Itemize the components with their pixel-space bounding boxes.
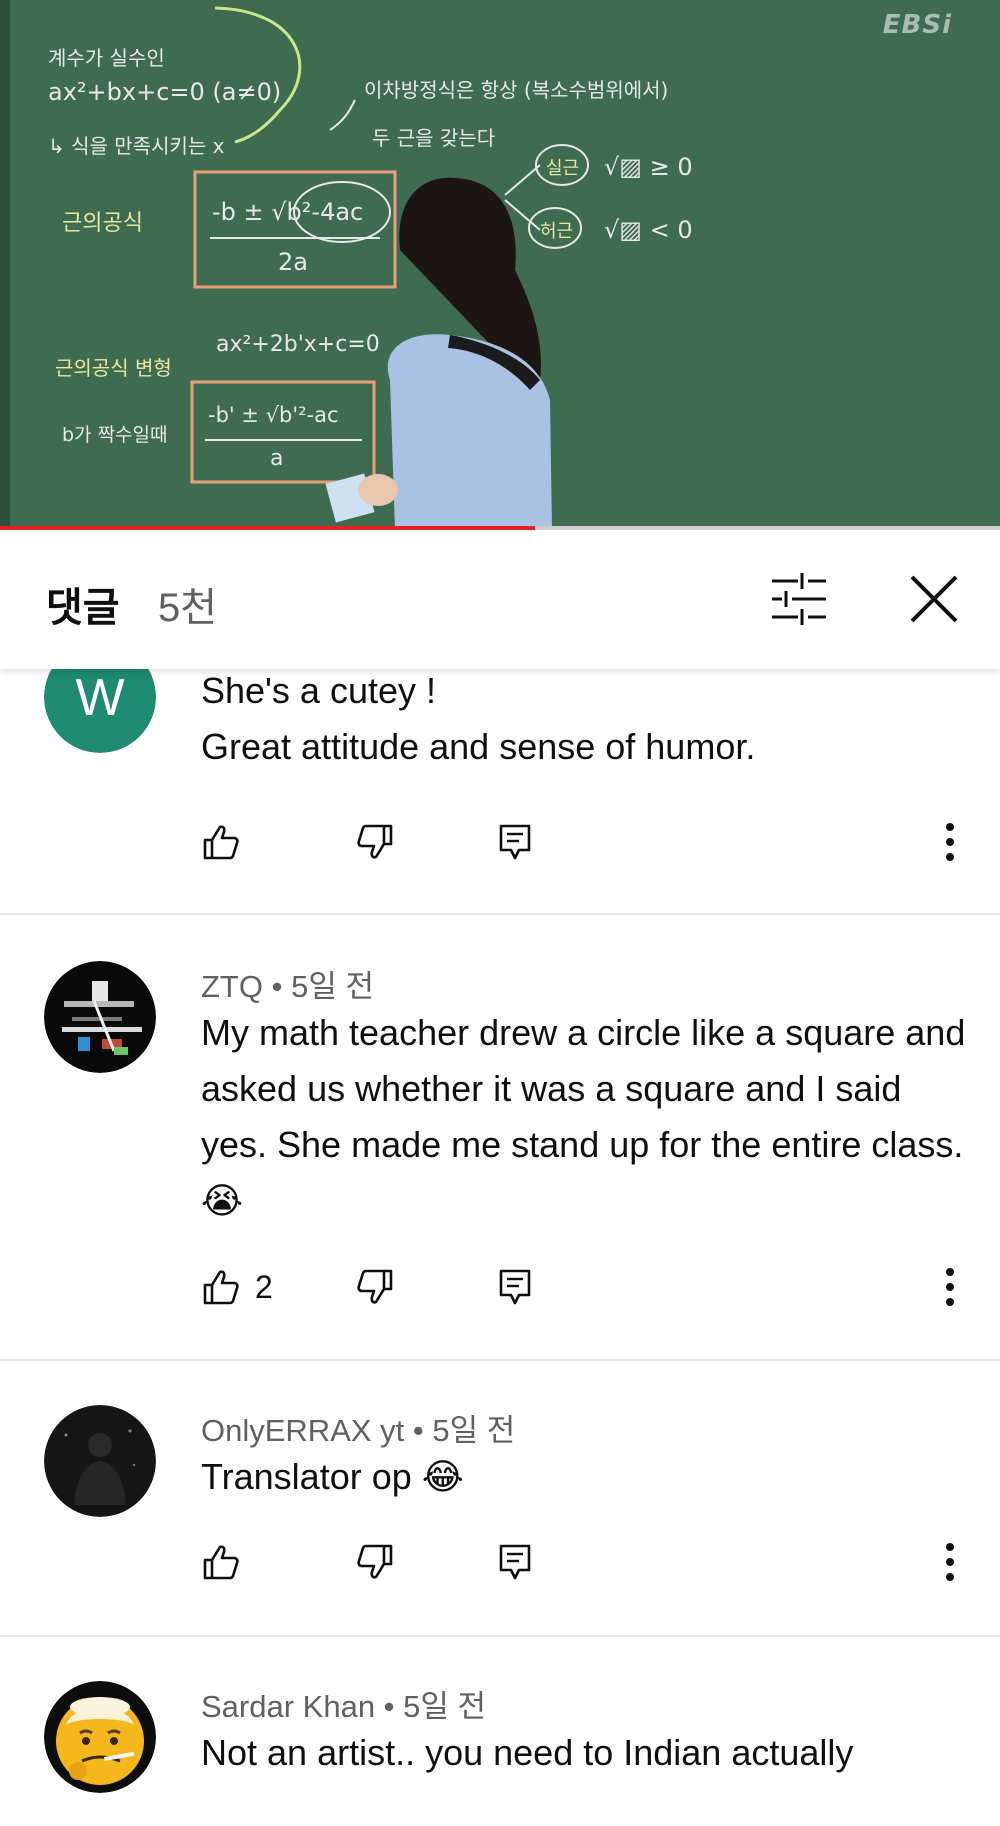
board-note-real-root: 실근	[546, 158, 580, 179]
thumbs-up-icon	[203, 1270, 239, 1305]
comment-meta: ZTQ • 5일 전	[201, 961, 374, 1006]
comment-menu-button[interactable]	[930, 1262, 970, 1312]
comment-meta: OnlyERRAX yt • 5일 전	[201, 1405, 515, 1450]
avatar[interactable]	[44, 1681, 156, 1793]
video-progress-fill	[0, 526, 535, 530]
comment-author[interactable]: OnlyERRAX yt	[201, 1413, 404, 1448]
close-icon	[910, 575, 958, 623]
dislike-button[interactable]	[355, 1262, 395, 1312]
comment-menu-button[interactable]	[930, 817, 970, 867]
reply-icon	[499, 824, 531, 860]
more-vertical-icon	[946, 1543, 954, 1581]
board-note-formula-den: 2a	[278, 248, 308, 276]
board-note-satisfy: ↳ 식을 만족시키는 x	[48, 134, 225, 158]
more-vertical-icon	[946, 1268, 954, 1306]
meta-separator: •	[375, 1689, 404, 1724]
comment-item: ZTQ • 5일 전 My math teacher drew a circle…	[0, 917, 1000, 1361]
board-note-eq2: ax²+2b'x+c=0	[216, 332, 380, 357]
thumbs-up-icon	[203, 825, 239, 860]
comment-actions	[201, 817, 971, 867]
svg-text:W: W	[75, 669, 124, 727]
board-note-eq1-label: 계수가 실수인	[48, 46, 165, 70]
reply-icon	[499, 1544, 531, 1580]
comment-time: 5일 전	[291, 969, 374, 1004]
reply-icon	[499, 1269, 531, 1305]
reply-button[interactable]	[497, 1262, 533, 1312]
comments-count: 5천	[158, 586, 218, 630]
channel-logo: EBSi	[882, 10, 952, 40]
comments-title: 댓글	[46, 586, 120, 630]
comments-header: 댓글 5천	[0, 531, 1000, 669]
more-vertical-icon	[946, 823, 954, 861]
board-note-real-cond: √▨ ≥ 0	[604, 153, 693, 181]
close-comments-button[interactable]	[904, 569, 964, 629]
comment-author[interactable]: Sardar Khan	[201, 1689, 375, 1724]
comment-time: 5일 전	[403, 1689, 487, 1724]
avatar[interactable]	[44, 961, 156, 1073]
like-button[interactable]: 2	[201, 1262, 273, 1312]
comment-text: Not an artist.. you need to Indian actua…	[201, 1732, 854, 1773]
board-note-even-cond: b가 짝수일때	[62, 424, 168, 446]
comment-list[interactable]: W She's a cutey ! Great attitude and sen…	[0, 669, 1000, 1826]
board-note-formula2-num: -b' ± √b'²-ac	[208, 403, 339, 427]
dislike-button[interactable]	[355, 817, 395, 867]
thumbs-down-icon	[357, 824, 393, 859]
board-note-formula2-den: a	[270, 446, 284, 471]
comment-text: Translator op 😂	[201, 1456, 464, 1497]
comment-item: Sardar Khan • 5일 전 Not an artist.. you n…	[0, 1637, 1000, 1826]
comment-meta: Sardar Khan • 5일 전	[201, 1681, 486, 1726]
board-note-imag-root: 허근	[540, 221, 574, 242]
comment-actions: 2	[201, 1262, 971, 1312]
comment-actions	[201, 1537, 971, 1587]
thumbs-down-icon	[357, 1269, 393, 1304]
board-note-1: 이차방정식은 항상 (복소수범위에서)	[364, 78, 669, 102]
sliders-icon	[772, 573, 826, 625]
comment-menu-button[interactable]	[930, 1537, 970, 1587]
board-note-2: 두 근을 갖는다	[372, 126, 496, 150]
like-button[interactable]	[201, 817, 255, 867]
comment-author[interactable]: ZTQ	[201, 969, 263, 1004]
board-note-formula-num: -b ± √b²-4ac	[212, 198, 364, 226]
board-note-formula-label: 근의공식	[62, 211, 143, 236]
like-button[interactable]	[201, 1537, 255, 1587]
thumbs-up-icon	[203, 1545, 239, 1580]
comment-text: My math teacher drew a circle like a squ…	[201, 1012, 966, 1221]
video-player[interactable]: 계수가 실수인 ax²+bx+c=0 (a≠0) ↳ 식을 만족시키는 x 근의…	[0, 0, 1000, 530]
reply-button[interactable]	[497, 1537, 533, 1587]
board-note-imag-cond: √▨ < 0	[604, 216, 693, 244]
meta-separator: •	[404, 1413, 433, 1448]
sort-filter-button[interactable]	[768, 571, 832, 627]
comment-item: W She's a cutey ! Great attitude and sen…	[0, 669, 1000, 915]
avatar[interactable]: W	[44, 669, 156, 753]
comment-text: She's a cutey ! Great attitude and sense…	[201, 670, 756, 767]
meta-separator: •	[263, 969, 292, 1004]
dislike-button[interactable]	[355, 1537, 395, 1587]
comment-time: 5일 전	[432, 1413, 516, 1448]
reply-button[interactable]	[497, 817, 533, 867]
avatar[interactable]	[44, 1405, 156, 1517]
video-progress-bar[interactable]	[0, 526, 1000, 530]
board-note-even-label: 근의공식 변형	[55, 356, 172, 380]
comment-item: OnlyERRAX yt • 5일 전 Translator op 😂	[0, 1361, 1000, 1637]
like-count: 2	[255, 1268, 273, 1305]
board-note-eq1: ax²+bx+c=0 (a≠0)	[48, 78, 282, 106]
thumbs-down-icon	[357, 1544, 393, 1579]
